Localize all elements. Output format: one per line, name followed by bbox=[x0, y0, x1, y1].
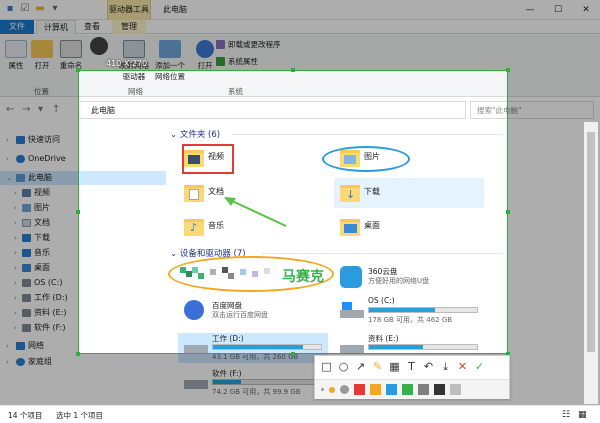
medium-size-dot[interactable] bbox=[329, 386, 335, 393]
selected-count: 选中 1 个项目 bbox=[56, 411, 104, 420]
blue-ellipse-annotation bbox=[322, 146, 410, 172]
selection-size-label: 410 X 270 bbox=[106, 59, 148, 68]
color-palette bbox=[315, 379, 509, 399]
mosaic-tool-icon[interactable]: ▦ bbox=[387, 359, 402, 374]
details-view-icon[interactable]: ☷ bbox=[562, 410, 570, 420]
save-download-icon[interactable]: ⤓ bbox=[438, 359, 453, 374]
color-swatch-dark[interactable] bbox=[434, 384, 445, 395]
cancel-icon[interactable]: ✕ bbox=[455, 359, 470, 374]
tiles-view-icon[interactable]: ▦ bbox=[578, 410, 587, 420]
dim-overlay-left bbox=[0, 70, 78, 354]
vertical-scrollbar[interactable] bbox=[584, 122, 598, 404]
color-swatch-blue[interactable] bbox=[386, 384, 397, 395]
mosaic-watermark-text: 马赛克 bbox=[282, 269, 324, 285]
color-swatch-red[interactable] bbox=[354, 384, 365, 395]
resize-handle[interactable] bbox=[291, 68, 295, 72]
color-swatch-orange[interactable] bbox=[370, 384, 381, 395]
resize-handle[interactable] bbox=[506, 210, 510, 214]
resize-handle[interactable] bbox=[76, 210, 80, 214]
resize-handle[interactable] bbox=[76, 352, 80, 356]
scrollbar-thumb[interactable] bbox=[587, 132, 595, 352]
resize-handle[interactable] bbox=[76, 68, 80, 72]
mosaic-blur-annotation bbox=[176, 263, 276, 283]
green-arrow-annotation bbox=[224, 197, 287, 227]
rectangle-tool-icon[interactable]: □ bbox=[319, 359, 334, 374]
undo-icon[interactable]: ↶ bbox=[421, 359, 436, 374]
item-count: 14 个项目 bbox=[8, 411, 43, 420]
color-swatch-green[interactable] bbox=[402, 384, 413, 395]
dim-overlay-top bbox=[0, 0, 600, 70]
capture-selection-rect[interactable] bbox=[78, 70, 508, 354]
small-size-dot[interactable] bbox=[321, 388, 324, 391]
red-rectangle-annotation bbox=[182, 144, 234, 174]
resize-handle[interactable] bbox=[506, 68, 510, 72]
ellipse-tool-icon[interactable]: ○ bbox=[336, 359, 351, 374]
confirm-check-icon[interactable]: ✓ bbox=[472, 359, 487, 374]
annotation-toolbar: □ ○ ↗ ✎ ▦ T ↶ ⤓ ✕ ✓ bbox=[314, 355, 510, 399]
resize-handle[interactable] bbox=[291, 352, 295, 356]
color-swatch-gray[interactable] bbox=[418, 384, 429, 395]
status-bar: 14 个项目 选中 1 个项目 ☷ ▦ bbox=[0, 405, 600, 423]
large-size-dot[interactable] bbox=[340, 385, 349, 394]
color-swatch-light[interactable] bbox=[450, 384, 461, 395]
arrow-tool-icon[interactable]: ↗ bbox=[353, 359, 368, 374]
text-tool-icon[interactable]: T bbox=[404, 359, 419, 374]
brush-tool-icon[interactable]: ✎ bbox=[370, 359, 385, 374]
